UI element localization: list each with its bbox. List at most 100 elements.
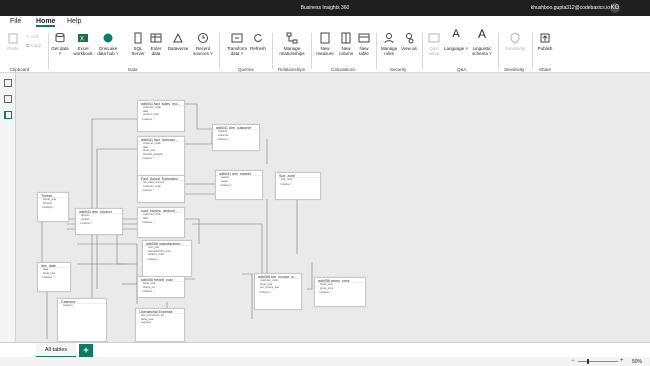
zoom-thumb[interactable] <box>587 359 589 364</box>
transform-icon <box>231 32 243 44</box>
calculator-icon <box>319 32 331 44</box>
transform-data-button[interactable]: Transform data ˅ <box>225 32 249 56</box>
add-tab-button[interactable]: + <box>79 344 93 357</box>
menu-help[interactable]: Help <box>67 18 81 25</box>
table-card[interactable]: Fact_Actual_Estimates net_sales_amount cus… <box>137 175 185 203</box>
table-icon <box>150 32 162 44</box>
group-qa: Q&A <box>457 67 467 72</box>
avatar[interactable]: KG <box>610 3 620 13</box>
collapse-button[interactable]: Collapse ˄ <box>138 156 184 161</box>
table-card[interactable]: gdb056 gross_price fiscal_year gross_price… <box>314 277 366 307</box>
collapse-button[interactable]: Collapse ˄ <box>143 257 191 262</box>
tab-bar: All tables + <box>0 342 650 358</box>
linguistic-schema-icon: A <box>477 27 486 41</box>
onelake-button[interactable]: OneLake data hub ˅ <box>96 32 120 56</box>
table-card[interactable]: gdb056 pre_invoice_d... customer_code fisc… <box>254 273 302 310</box>
collapse-button[interactable]: Collapse ˄ <box>138 289 184 294</box>
excel-workbook-button[interactable]: X Excel workbook <box>72 32 94 56</box>
title-bar: Business Insights 360 khushboo.gupta312@… <box>0 0 650 16</box>
group-queries: Queries <box>238 67 254 72</box>
collapse-button[interactable]: Collapse ˄ <box>213 137 259 142</box>
sql-server-button[interactable]: SQL Server <box>129 32 147 56</box>
clock-icon <box>197 32 209 44</box>
zoom-slider[interactable] <box>578 361 618 362</box>
report-view-icon[interactable] <box>4 79 12 87</box>
dataverse-button[interactable]: Dataverse <box>166 32 190 51</box>
table-card[interactable]: Thresh... Fiscal_year Product Collapse ˄ <box>37 192 69 222</box>
collapse-button[interactable]: Collapse ˄ <box>315 290 365 295</box>
table-field[interactable]: segment <box>136 321 184 325</box>
manage-relationships-button[interactable]: Manage relationships <box>276 32 308 56</box>
collapse-button[interactable]: Collapse ˄ <box>38 205 68 210</box>
model-view-icon[interactable] <box>4 111 12 119</box>
new-table-icon <box>358 32 370 44</box>
table-card[interactable]: Category category <box>57 298 107 342</box>
publish-button[interactable]: Publish <box>535 32 555 51</box>
user-icon <box>383 32 395 44</box>
table-card[interactable]: gdb041 fact_forecast... customer_code date… <box>137 136 185 178</box>
collapse-button[interactable]: Collapse ˄ <box>138 220 184 225</box>
model-canvas[interactable]: gdb041 fact_sales_mo... customer_code date… <box>17 74 650 342</box>
table-card[interactable]: gdb041 fact_sales_mo... customer_code date… <box>137 100 185 132</box>
user-email[interactable]: khushboo.gupta312@codebasics.io <box>531 5 610 11</box>
svg-text:X: X <box>80 37 84 43</box>
view-switcher <box>0 73 16 357</box>
divider <box>219 33 220 69</box>
group-clipboard: Clipboard <box>10 67 30 72</box>
relationships-icon <box>286 32 298 44</box>
database-icon <box>54 32 66 44</box>
enter-data-button[interactable]: Enter data <box>148 32 164 56</box>
divider <box>48 33 49 69</box>
paste-button[interactable]: Paste <box>5 32 21 51</box>
collapse-button[interactable]: Collapse ˄ <box>76 221 122 226</box>
collapse-button[interactable]: Collapse ˄ <box>138 188 184 193</box>
get-data-button[interactable]: Get data ˅ <box>51 32 69 56</box>
refresh-icon <box>252 32 264 44</box>
divider <box>272 33 273 69</box>
menu-home[interactable]: Home <box>36 18 56 27</box>
table-card[interactable]: gdb041 dim_market market region Collapse ˄ <box>215 170 263 200</box>
zoom-in-button[interactable]: + <box>620 358 624 364</box>
divider <box>311 33 312 69</box>
language-icon: A <box>452 28 460 40</box>
table-field[interactable]: category <box>58 304 106 308</box>
view-as-icon <box>403 32 415 44</box>
cut-button[interactable]: ✂ Cut <box>26 34 38 39</box>
excel-icon: X <box>77 32 89 44</box>
column-icon <box>340 32 352 44</box>
menu-file[interactable]: File <box>10 18 21 25</box>
table-card[interactable]: dim_date date fiscal_year Collapse ˄ <box>37 262 71 292</box>
qa-setup-button[interactable]: Q&A setup <box>426 32 442 56</box>
collapse-button[interactable]: Collapse ˄ <box>38 275 70 280</box>
view-as-button[interactable]: View as <box>401 32 417 51</box>
divider <box>532 33 533 69</box>
zoom-out-button[interactable]: − <box>571 358 575 364</box>
recent-sources-button[interactable]: Recent sources ˅ <box>191 32 215 56</box>
table-card[interactable]: gdb041 dim_product division product Collaps… <box>75 208 123 235</box>
linguistic-schema-button[interactable]: A Linguistic schema ˅ <box>469 27 495 56</box>
table-card[interactable]: Operational Expense ads_promotions_pct fis… <box>135 308 185 342</box>
language-button[interactable]: A Language ˅ <box>444 28 468 52</box>
copy-button[interactable]: ⧉ Copy <box>26 43 41 48</box>
manage-roles-button[interactable]: Manage roles <box>380 32 398 56</box>
table-card[interactable]: gdb041 dim_customer channel customer Collap… <box>212 124 260 151</box>
collapse-button[interactable]: Collapse ˄ <box>216 183 262 188</box>
group-sensitivity: Sensitivity <box>504 67 525 72</box>
table-card[interactable]: gdb056 freight_cost fiscal_year freight_pc… <box>137 276 185 298</box>
collapse-button[interactable]: Collapse ˄ <box>276 182 320 187</box>
new-measure-button[interactable]: New measure <box>314 32 336 56</box>
collapse-button[interactable]: Collapse ˄ <box>255 290 301 295</box>
table-view-icon[interactable] <box>4 95 12 103</box>
refresh-button[interactable]: Refresh <box>249 32 267 51</box>
collapse-button[interactable]: Collapse ˄ <box>138 117 184 122</box>
table-card[interactable]: post_invoice_deducti... customer_code date… <box>137 207 185 238</box>
table-card[interactable]: Sub_zone sub_zone Collapse ˄ <box>275 172 321 200</box>
table-card[interactable]: gdb056 manufacturin... cost_year manufactu… <box>142 240 192 277</box>
shield-icon <box>509 32 521 44</box>
group-calculations: Calculations <box>331 67 356 72</box>
sensitivity-button[interactable]: Sensitivity <box>503 32 527 51</box>
new-table-button[interactable]: New table <box>356 32 372 56</box>
divider <box>422 33 423 69</box>
new-column-button[interactable]: New column <box>337 32 355 56</box>
tab-all-tables[interactable]: All tables <box>36 343 76 358</box>
